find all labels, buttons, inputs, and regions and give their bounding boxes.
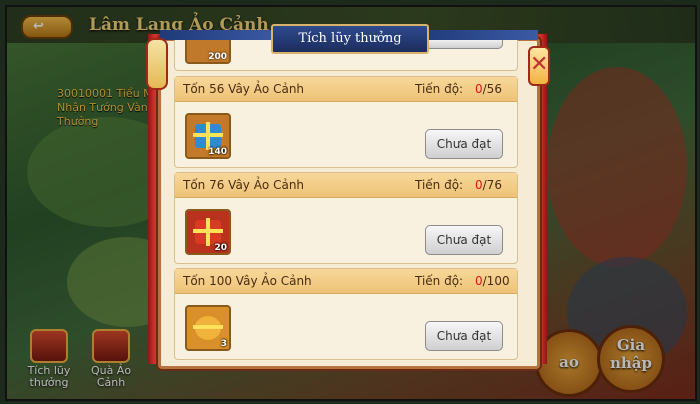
progress-target: /100 xyxy=(482,274,510,288)
reward-row: Tốn 100 Vây Ảo Cảnh Tiến độ: 0/100 3 Chư… xyxy=(174,268,518,360)
reward-row-header: Tốn 76 Vây Ảo Cảnh Tiến độ: 0/76 xyxy=(175,173,517,198)
progress-value: 0/76 xyxy=(475,173,509,197)
item-count: 200 xyxy=(208,52,227,62)
progress-label: Tiến độ: xyxy=(415,82,464,96)
reward-item-icon[interactable]: 20 xyxy=(185,209,231,255)
progress-value: 0/100 xyxy=(475,269,510,293)
reward-item-icon[interactable]: 3 xyxy=(185,305,231,351)
item-count: 20 xyxy=(214,243,227,253)
item-count: 140 xyxy=(208,147,227,157)
header-ribbon-right xyxy=(418,30,538,40)
reward-item-icon[interactable]: 200 xyxy=(185,38,231,64)
ribbon xyxy=(193,325,223,329)
reward-condition: Tốn 76 Vây Ảo Cảnh xyxy=(183,178,305,192)
claim-status-button[interactable]: Chưa đạt xyxy=(425,225,503,255)
progress-label: Tiến độ: xyxy=(415,178,464,192)
reward-condition: Tốn 100 Vây Ảo Cảnh xyxy=(183,274,312,288)
claim-status-button[interactable]: Chưa đạt xyxy=(425,321,503,351)
reward-row-header: Tốn 56 Vây Ảo Cảnh Tiến độ: 0/56 xyxy=(175,77,517,102)
progress-target: /76 xyxy=(482,178,502,192)
claim-status-button[interactable]: Chưa đạt xyxy=(425,129,503,159)
progress-value: 0/56 xyxy=(475,77,509,101)
modal-title: Tích lũy thưởng xyxy=(271,24,429,54)
reward-row-header: Tốn 100 Vây Ảo Cảnh Tiến độ: 0/100 xyxy=(175,269,517,294)
item-count: 3 xyxy=(220,339,227,349)
header-ribbon-left xyxy=(160,30,280,40)
reward-row: Tốn 76 Vây Ảo Cảnh Tiến độ: 0/76 20 Chưa… xyxy=(174,172,518,264)
progress-current: 0 xyxy=(475,274,483,288)
reward-item-icon[interactable]: 140 xyxy=(185,113,231,159)
progress-current: 0 xyxy=(475,82,483,96)
lantern-icon xyxy=(146,38,168,90)
ribbon xyxy=(193,133,223,137)
progress-label: Tiến độ: xyxy=(415,274,464,288)
reward-condition: Tốn 56 Vây Ảo Cảnh xyxy=(183,82,305,96)
progress-current: 0 xyxy=(475,178,483,192)
ribbon xyxy=(193,229,223,233)
progress-target: /56 xyxy=(482,82,502,96)
reward-row: Tốn 56 Vây Ảo Cảnh Tiến độ: 0/56 140 Chư… xyxy=(174,76,518,168)
close-button[interactable]: ✕ xyxy=(528,46,550,86)
